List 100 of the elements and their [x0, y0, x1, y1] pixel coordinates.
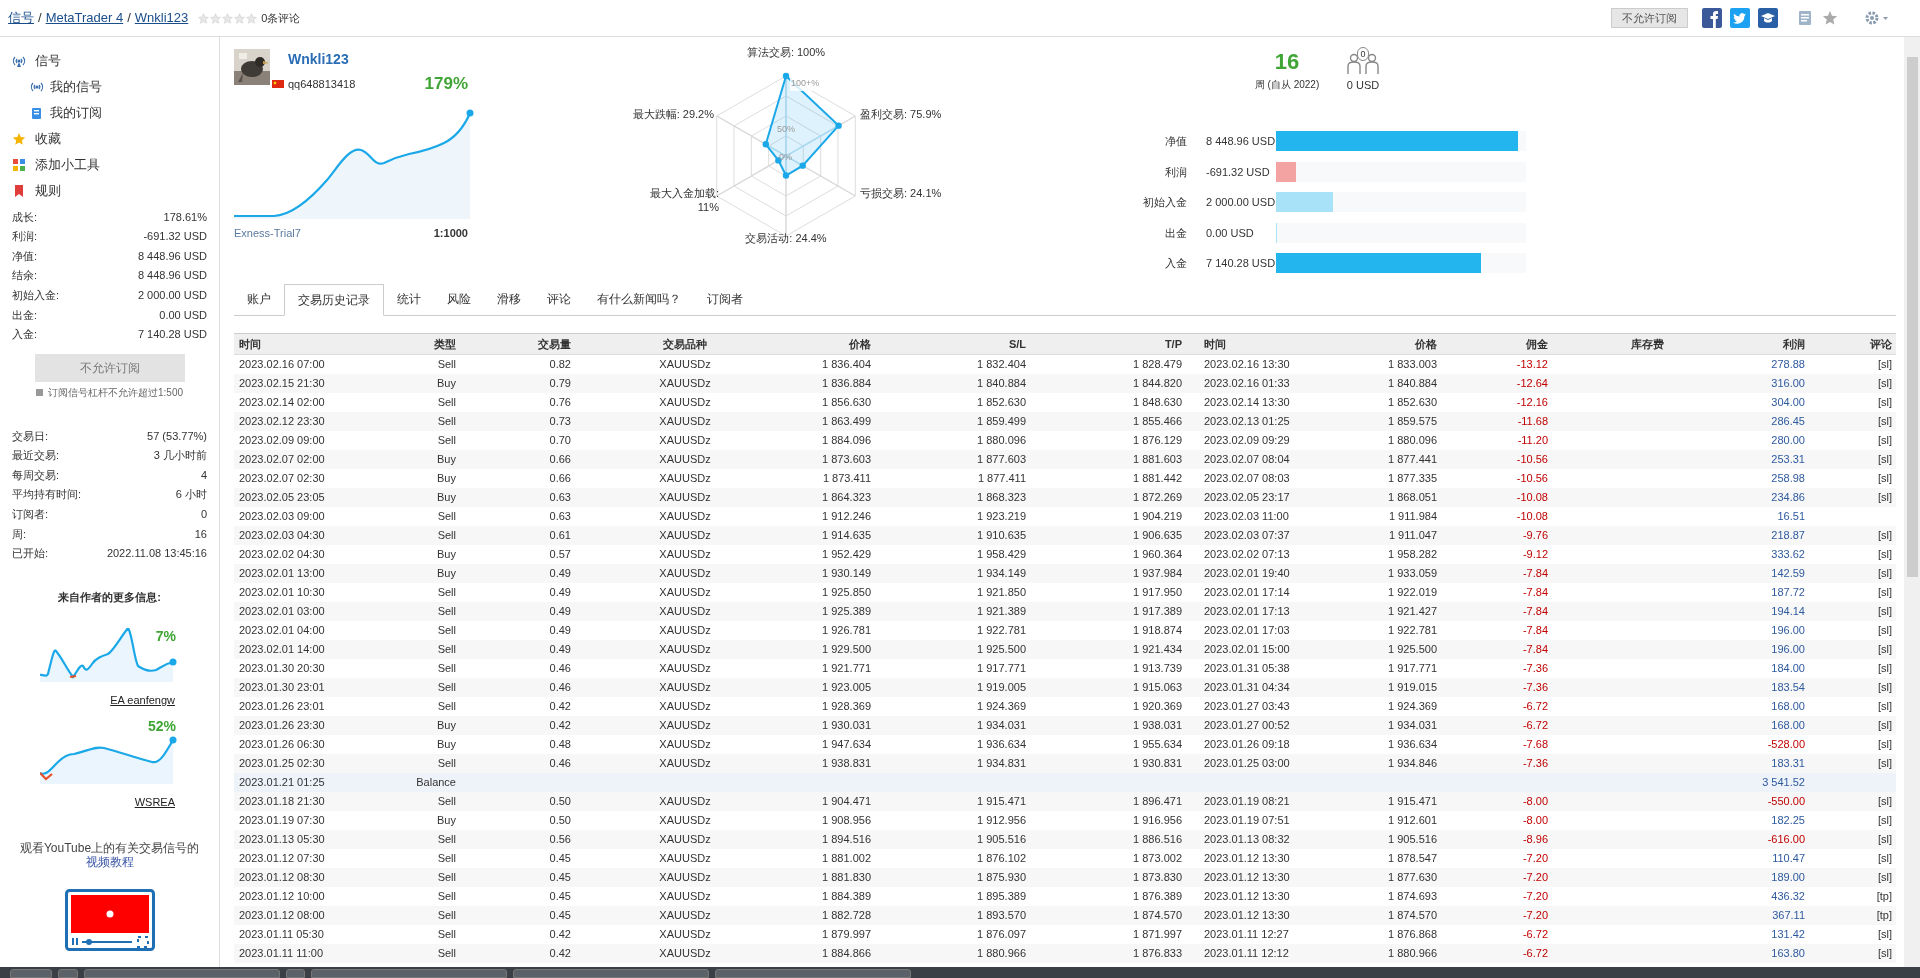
table-cell-text: 1 918.874	[1132, 623, 1183, 639]
table-cell-text: Sell	[436, 395, 457, 411]
table-cell-text: 1 868.323	[976, 490, 1027, 506]
taskbar-button[interactable]	[715, 969, 912, 978]
breadcrumb-separator: /	[127, 9, 131, 28]
breadcrumb-link[interactable]: Wnkli123	[134, 8, 189, 28]
signal-link[interactable]: WSREA	[134, 794, 175, 811]
star-icon[interactable]	[1822, 10, 1838, 26]
table-cell-text: Sell	[436, 528, 457, 544]
column-header[interactable]: 价格	[1319, 335, 1441, 353]
bird-icon[interactable]	[1730, 8, 1750, 28]
weeks-count: 16	[1274, 49, 1300, 75]
table-cell-text: 1 859.499	[976, 414, 1027, 430]
table-cell-text: 2023.01.27 00:52	[1203, 718, 1291, 734]
table-cell-text: 2023.01.11 05:30	[238, 927, 325, 943]
stat-value: -691.32 USD	[143, 229, 207, 245]
table-cell-text: [sl]	[1876, 395, 1893, 411]
table-cell-text: 258.98	[1770, 471, 1806, 487]
column-header[interactable]: 交易品种	[575, 335, 795, 353]
table-cell-text: -6.72	[1521, 718, 1549, 734]
taskbar-button[interactable]	[83, 969, 280, 978]
taskbar-button[interactable]	[58, 969, 78, 978]
tab[interactable]: 评论	[534, 283, 584, 315]
table-cell-text: 2023.01.30 20:30	[238, 661, 326, 677]
table-cell-text: [sl]	[1876, 528, 1893, 544]
table-cell-text: 2023.01.12 08:30	[238, 870, 326, 886]
taskbar-button[interactable]	[285, 969, 306, 978]
nav-item[interactable]: 我的信号	[50, 77, 102, 97]
column-header[interactable]: 佣金	[1441, 335, 1552, 353]
column-header[interactable]: 时间	[234, 335, 399, 353]
stat-label: 最近交易:	[12, 448, 60, 464]
table-cell-text: -7.20	[1521, 889, 1549, 905]
table-cell-text: 2023.01.26 06:30	[238, 737, 326, 753]
graduation-cap-icon[interactable]	[1758, 8, 1778, 28]
tab[interactable]: 有什么新闻吗？	[584, 283, 694, 315]
column-header[interactable]: 类型	[399, 335, 460, 353]
table-cell-text: 1 921.427	[1387, 604, 1438, 620]
table-cell-text: 1 886.516	[1132, 832, 1183, 848]
table-cell-text: 304.00	[1770, 395, 1806, 411]
trader-name[interactable]: Wnkli123	[288, 49, 356, 70]
settings-icon[interactable]	[1864, 10, 1890, 26]
video-link[interactable]: 视频教程	[85, 854, 134, 869]
table-cell-text: 2023.01.21 01:25	[238, 775, 326, 791]
growth-percent: 7%	[155, 626, 176, 646]
tab[interactable]: 风险	[434, 283, 484, 315]
table-cell-text: 1 938.031	[1132, 718, 1183, 734]
table-cell-text: 0.82	[548, 357, 572, 373]
column-header[interactable]: T/P	[1030, 335, 1186, 353]
table-cell-text: 2023.02.01 04:00	[238, 623, 326, 639]
table-cell-text: 1 958.282	[1387, 547, 1438, 563]
column-header[interactable]: 库存费	[1552, 335, 1668, 353]
table-cell-text: 1 881.603	[1132, 452, 1183, 468]
table-cell-text: 2023.02.07 02:00	[238, 452, 326, 468]
facebook-icon[interactable]	[1702, 8, 1722, 28]
bar-value: 8 448.96 USD	[1205, 134, 1276, 149]
table-cell-text: -8.96	[1521, 832, 1549, 848]
table-cell-text: 0.42	[548, 946, 572, 962]
breadcrumb-separator: /	[38, 9, 42, 28]
column-header[interactable]: 时间	[1186, 335, 1319, 353]
table-cell-text: Sell	[436, 794, 457, 810]
table-cell-text: 2023.02.01 14:00	[238, 642, 326, 658]
taskbar-button[interactable]	[311, 969, 508, 978]
tab[interactable]: 交易历史记录	[284, 284, 384, 316]
table-cell-text: -12.16	[1515, 395, 1549, 411]
table-cell-text: 0.66	[548, 471, 572, 487]
tab[interactable]: 统计	[384, 283, 434, 315]
table-cell-text: 1 906.635	[1132, 528, 1183, 544]
column-header[interactable]: S/L	[875, 335, 1030, 353]
nav-item[interactable]: 我的订阅	[50, 103, 102, 123]
table-cell-text: 1 877.335	[1387, 471, 1438, 487]
column-header[interactable]: 交易量	[460, 335, 575, 353]
nav-item[interactable]: 规则	[35, 181, 61, 201]
signal-link[interactable]: EA eanfengw	[110, 691, 175, 709]
scrollbar[interactable]	[1904, 37, 1920, 967]
document-icon[interactable]	[1796, 9, 1814, 27]
table-cell-text: 2023.02.01 03:00	[238, 604, 326, 620]
stat-label: 已开始:	[12, 546, 49, 562]
tab[interactable]: 账户	[234, 283, 284, 315]
table-cell-text: Buy	[436, 452, 457, 468]
table-cell-text: -11.20	[1516, 433, 1549, 449]
breadcrumb-link[interactable]: 信号	[8, 8, 34, 28]
nav-item[interactable]: 添加小工具	[35, 155, 100, 175]
tab[interactable]: 订阅者	[694, 283, 756, 315]
nav-item[interactable]: 收藏	[35, 129, 61, 149]
table-cell-text: 2023.02.15 21:30	[238, 376, 326, 392]
breadcrumb-link[interactable]: MetaTrader 4	[45, 8, 124, 28]
taskbar-button[interactable]	[513, 969, 710, 978]
table-cell-text: 1 852.630	[976, 395, 1027, 411]
table-cell-text: XAUUSDz	[658, 680, 712, 696]
video-player-icon[interactable]	[64, 888, 155, 951]
column-header[interactable]: 利润	[1668, 335, 1809, 353]
table-cell-text: 1 921.389	[976, 604, 1027, 620]
table-cell-text: 1 960.364	[1132, 547, 1183, 563]
tab[interactable]: 滑移	[484, 283, 534, 315]
column-header[interactable]: 评论	[1809, 335, 1896, 353]
table-cell-text: -10.56	[1515, 471, 1549, 487]
taskbar-button[interactable]	[10, 969, 52, 978]
column-header[interactable]: 价格	[795, 335, 875, 353]
bar-value: 2 000.00 USD	[1205, 195, 1276, 210]
nav-item[interactable]: 信号	[35, 51, 61, 71]
